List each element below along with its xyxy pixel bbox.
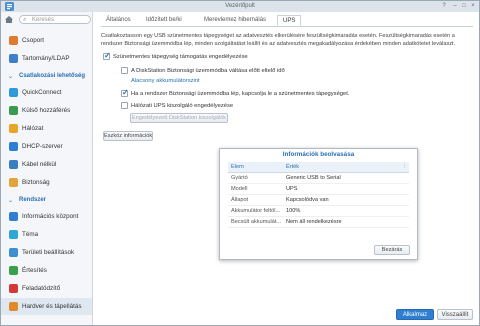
sidebar-item-label: Feladatödzítő: [22, 285, 61, 292]
scheduler-icon: [9, 284, 18, 293]
apply-button[interactable]: Alkalmaz: [396, 309, 434, 320]
sidebar-item-label: DHCP-szerver: [22, 143, 63, 150]
row-value: UPS: [286, 186, 298, 192]
row-key: Akkumulátor feltöl...: [231, 208, 281, 214]
sidebar-item-label: Biztonság: [22, 179, 50, 186]
notification-icon: [9, 266, 18, 275]
search-input[interactable]: ⌕ Keresés: [19, 15, 91, 24]
row-value: Nem áll rendelkezésre: [286, 219, 342, 225]
help-icon[interactable]: ?: [441, 3, 447, 9]
sidebar: ⌕ Keresés Csoport Tartomány/LDAP ⌄ Csatlako…: [1, 12, 93, 325]
sidebar-item[interactable]: Hálózat: [1, 120, 92, 137]
close-dialog-button[interactable]: Bezárás: [374, 245, 410, 255]
info-icon: [9, 212, 18, 221]
row-value: Generic USB to Serial: [286, 175, 341, 181]
column-header-value[interactable]: Érték: [286, 164, 299, 170]
sidebar-item-label: Tartomány/LDAP: [22, 55, 70, 62]
sidebar-item[interactable]: Értesítés: [1, 262, 92, 279]
chevron-down-icon: ⌄: [8, 198, 14, 204]
low-battery-link[interactable]: Alacsony akkumulátorszint: [131, 78, 200, 84]
sidebar-category[interactable]: ⌄ Csatlakozási lehetőség: [1, 70, 92, 82]
sidebar-item[interactable]: Kábel nélkül: [1, 156, 92, 173]
search-icon: ⌕: [23, 17, 27, 23]
sidebar-item-label: Kábel nélkül: [22, 161, 57, 168]
sidebar-item[interactable]: Hardver és tápellátás: [1, 298, 92, 315]
sidebar-item[interactable]: Területi beállítások: [1, 244, 92, 261]
info-dialog: Információk beolvasása Elem Érték ⋮ Gyár…: [219, 148, 418, 260]
sidebar-item-label: Értesítés: [22, 267, 47, 274]
sidebar-item-label: Területi beállítások: [22, 249, 75, 256]
sidebar-item[interactable]: Biztonság: [1, 174, 92, 191]
network-ups-checkbox[interactable]: [121, 102, 128, 109]
sidebar-item[interactable]: Téma: [1, 226, 92, 243]
window-title: Vezérlőpult: [225, 3, 255, 9]
row-key: Modell: [231, 186, 248, 192]
tab-0[interactable]: Általános: [101, 15, 136, 26]
globe-icon: [9, 106, 18, 115]
ups-description: Csatlakoztasson egy USB szünetmentes táp…: [101, 33, 456, 47]
ups-poweroff-label: Ha a rendszer Biztonsági üzemmódba lép, …: [131, 91, 350, 97]
shield-icon: [9, 178, 18, 187]
sidebar-item-label: Hardver és tápellátás: [22, 303, 82, 310]
network-ups-label: Hálózati UPS kiszolgáló engedélyezése: [131, 103, 234, 109]
reset-button[interactable]: Visszaállít: [437, 309, 473, 320]
table-row: Állapot Kapcsolódva van: [228, 195, 409, 206]
home-icon[interactable]: [5, 16, 13, 23]
table-row: Modell UPS: [228, 184, 409, 195]
domain-icon: [9, 54, 18, 63]
row-key: Gyártó: [231, 175, 248, 181]
permitted-servers-button[interactable]: Engedélyezett DiskStation kiszolgálók: [130, 113, 228, 123]
sidebar-category[interactable]: ⌄ Rendszer: [1, 194, 92, 206]
tab-1[interactable]: Időzített be/ki: [141, 15, 187, 26]
tab-2[interactable]: Merevlemez hibernálás: [199, 15, 271, 26]
minimize-icon[interactable]: –: [452, 3, 458, 9]
table-header: Elem Érték ⋮: [228, 162, 409, 173]
network-icon: [9, 124, 18, 133]
sidebar-item[interactable]: DHCP-szerver: [1, 138, 92, 155]
sidebar-item[interactable]: Információs központ: [1, 208, 92, 225]
safemode-time-checkbox[interactable]: [121, 67, 128, 74]
wireless-icon: [9, 160, 18, 169]
row-key: Becsült akkumulát...: [231, 219, 282, 225]
column-header-item[interactable]: Elem: [231, 164, 244, 170]
group-icon: [9, 36, 18, 45]
regional-icon: [9, 248, 18, 257]
sidebar-item[interactable]: Feladatödzítő: [1, 280, 92, 297]
sidebar-item-label: Külső hozzáférés: [22, 107, 71, 114]
column-menu-icon[interactable]: ⋮: [402, 164, 408, 170]
sidebar-item[interactable]: Csoport: [1, 32, 92, 49]
sidebar-item-label: Téma: [22, 231, 39, 238]
ups-poweroff-checkbox[interactable]: [121, 88, 129, 97]
safemode-time-label: A DiskStation Biztonsági üzemmódba váltá…: [131, 68, 285, 74]
row-value: Kapcsolódva van: [286, 197, 329, 203]
close-icon[interactable]: ×: [470, 3, 476, 9]
theme-icon: [9, 230, 18, 239]
quickconnect-icon: [9, 88, 18, 97]
hardware-icon: [9, 302, 18, 311]
sidebar-item[interactable]: Külső hozzáférés: [1, 102, 92, 119]
table-row: Gyártó Generic USB to Serial: [228, 173, 409, 184]
tab-3[interactable]: UPS: [277, 15, 302, 26]
sidebar-item-label: Információs központ: [22, 213, 79, 220]
device-info-button[interactable]: Eszköz információk: [103, 131, 153, 141]
row-value: 100%: [286, 208, 301, 214]
sidebar-item[interactable]: Tartomány/LDAP: [1, 50, 92, 67]
dhcp-icon: [9, 142, 18, 151]
sidebar-item-label: Csoport: [22, 37, 45, 44]
dialog-title: Információk beolvasása: [282, 151, 355, 158]
row-key: Állapot: [231, 197, 249, 203]
table-row: Akkumulátor feltöl... 100%: [228, 206, 409, 217]
ups-enable-checkbox[interactable]: [103, 51, 111, 60]
control-panel-window: Vezérlőpult ? – □ × ⌕ Keresés Csoport Tar…: [0, 0, 480, 326]
sidebar-item-label: Hálózat: [22, 125, 44, 132]
sidebar-item-label: QuickConnect: [22, 89, 62, 96]
chevron-down-icon: ⌄: [8, 74, 14, 80]
ups-enable-label: Szünetmentes tápegység támogatás engedél…: [113, 54, 248, 60]
sidebar-item[interactable]: QuickConnect: [1, 84, 92, 101]
maximize-icon[interactable]: □: [461, 3, 467, 9]
table-row: Becsült akkumulát... Nem áll rendelkezésr…: [228, 217, 409, 228]
